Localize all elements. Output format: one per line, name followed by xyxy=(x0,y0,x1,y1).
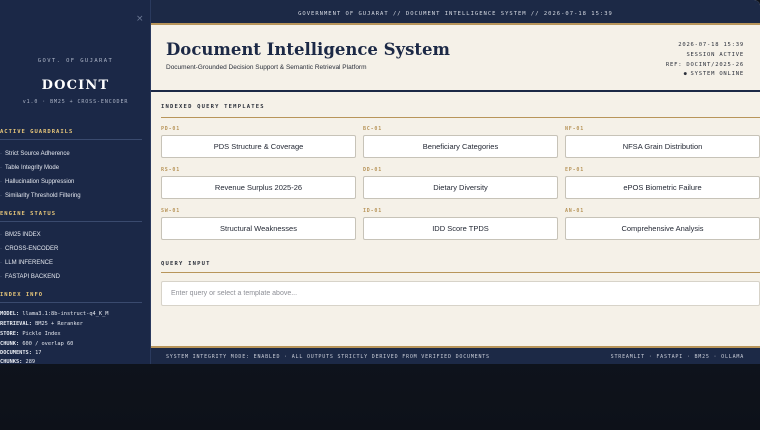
bullet-icon: · xyxy=(0,179,2,185)
template-code: EP-01 xyxy=(565,167,585,173)
template-code: RS-01 xyxy=(161,167,181,173)
engine-item: · FASTAPI BACKEND xyxy=(0,274,60,280)
footer-stack: STREAMLIT · FASTAPI · BM25 · OLLAMA xyxy=(610,354,744,360)
guardrail-item: · Strict Source Adherence xyxy=(0,151,70,157)
sidebar: × GOVT. OF GUJARAT DOCINT v1.0 · BM25 + … xyxy=(0,0,151,364)
engine-item: · LLM INFERENCE xyxy=(0,260,54,266)
query-section-title: QUERY INPUT xyxy=(161,261,211,267)
template-code: SW-01 xyxy=(161,208,181,214)
sidebar-brand: DOCINT xyxy=(41,78,110,93)
guardrail-item: · Table Integrity Mode xyxy=(0,165,60,171)
bullet-icon: · xyxy=(0,165,2,171)
system-status-badge: ● SYSTEM ONLINE xyxy=(683,71,744,77)
bullet-icon: · xyxy=(0,246,2,252)
reference-number: REF: DOCINT/2025-26 xyxy=(665,62,744,68)
template-button-beneficiary-categories[interactable]: Beneficiary Categories xyxy=(363,135,558,158)
status-dot-icon: ● xyxy=(683,71,688,77)
template-code: PD-01 xyxy=(161,126,181,132)
header-divider xyxy=(151,90,760,92)
session-status: SESSION ACTIVE xyxy=(686,52,744,58)
top-banner: GOVERNMENT OF GUJARAT // DOCUMENT INTELL… xyxy=(151,0,760,25)
guardrail-item: · Similarity Threshold Filtering xyxy=(0,193,81,199)
template-button-dietary-diversity[interactable]: Dietary Diversity xyxy=(363,176,558,199)
template-code: ID-01 xyxy=(363,208,383,214)
bullet-icon: · xyxy=(0,193,2,199)
sidebar-version: v1.0 · BM25 + CROSS-ENCODER xyxy=(22,99,129,105)
index-info-row: CHUNKS: 289 xyxy=(0,359,36,364)
footer-bar: SYSTEM INTEGRITY MODE: ENABLED · ALL OUT… xyxy=(151,346,760,364)
index-info-row: MODEL: llama3.1:8b-instruct-q4_K_M xyxy=(0,311,109,317)
index-info-title: INDEX INFO xyxy=(0,292,44,298)
index-info-row: DOCUMENTS: 17 xyxy=(0,350,42,356)
bullet-icon: · xyxy=(0,151,2,157)
template-button-epos-biometric[interactable]: ePOS Biometric Failure xyxy=(565,176,760,199)
sidebar-govt-label: GOVT. OF GUJARAT xyxy=(37,58,114,64)
page-header xyxy=(151,27,760,91)
template-code: AN-01 xyxy=(565,208,585,214)
index-divider xyxy=(0,302,142,303)
template-button-comprehensive-analysis[interactable]: Comprehensive Analysis xyxy=(565,217,760,240)
main-panel: GOVERNMENT OF GUJARAT // DOCUMENT INTELL… xyxy=(151,0,760,364)
engine-divider xyxy=(0,221,142,222)
index-info-row: CHUNK: 600 / overlap 60 xyxy=(0,341,74,347)
bullet-icon: · xyxy=(0,260,2,266)
close-sidebar-icon[interactable]: × xyxy=(136,14,144,24)
template-button-pds-structure[interactable]: PDS Structure & Coverage xyxy=(161,135,356,158)
footer-integrity-note: SYSTEM INTEGRITY MODE: ENABLED · ALL OUT… xyxy=(166,354,490,360)
engine-item: · BM25 INDEX xyxy=(0,232,41,238)
template-code: DD-01 xyxy=(363,167,383,173)
index-info-row: STORE: Pickle Index xyxy=(0,331,61,337)
templates-section-rule xyxy=(161,117,760,118)
template-button-structural-weaknesses[interactable]: Structural Weaknesses xyxy=(161,217,356,240)
page-title: Document Intelligence System xyxy=(166,40,451,59)
guardrails-divider xyxy=(0,139,142,140)
engine-item: · CROSS-ENCODER xyxy=(0,246,59,252)
query-section-rule xyxy=(161,272,760,273)
header-timestamp: 2026-07-18 15:39 xyxy=(678,42,744,48)
app-window: × GOVT. OF GUJARAT DOCINT v1.0 · BM25 + … xyxy=(0,0,760,364)
template-button-nfsa-grain[interactable]: NFSA Grain Distribution xyxy=(565,135,760,158)
bullet-icon: · xyxy=(0,274,2,280)
guardrail-item: · Hallucination Suppression xyxy=(0,179,75,185)
index-info-row: RETRIEVAL: BM25 + Reranker xyxy=(0,321,83,327)
template-button-revenue-surplus[interactable]: Revenue Surplus 2025-26 xyxy=(161,176,356,199)
guardrails-title: ACTIVE GUARDRAILS xyxy=(0,129,74,135)
bullet-icon: · xyxy=(0,232,2,238)
page-subtitle: Document-Grounded Decision Support & Sem… xyxy=(166,64,367,71)
template-code: BC-01 xyxy=(363,126,383,132)
engine-status-title: ENGINE STATUS xyxy=(0,211,57,217)
template-code: NF-01 xyxy=(565,126,585,132)
query-input[interactable] xyxy=(161,281,760,306)
templates-section-title: INDEXED QUERY TEMPLATES xyxy=(161,104,265,110)
template-button-idd-score[interactable]: IDD Score TPDS xyxy=(363,217,558,240)
